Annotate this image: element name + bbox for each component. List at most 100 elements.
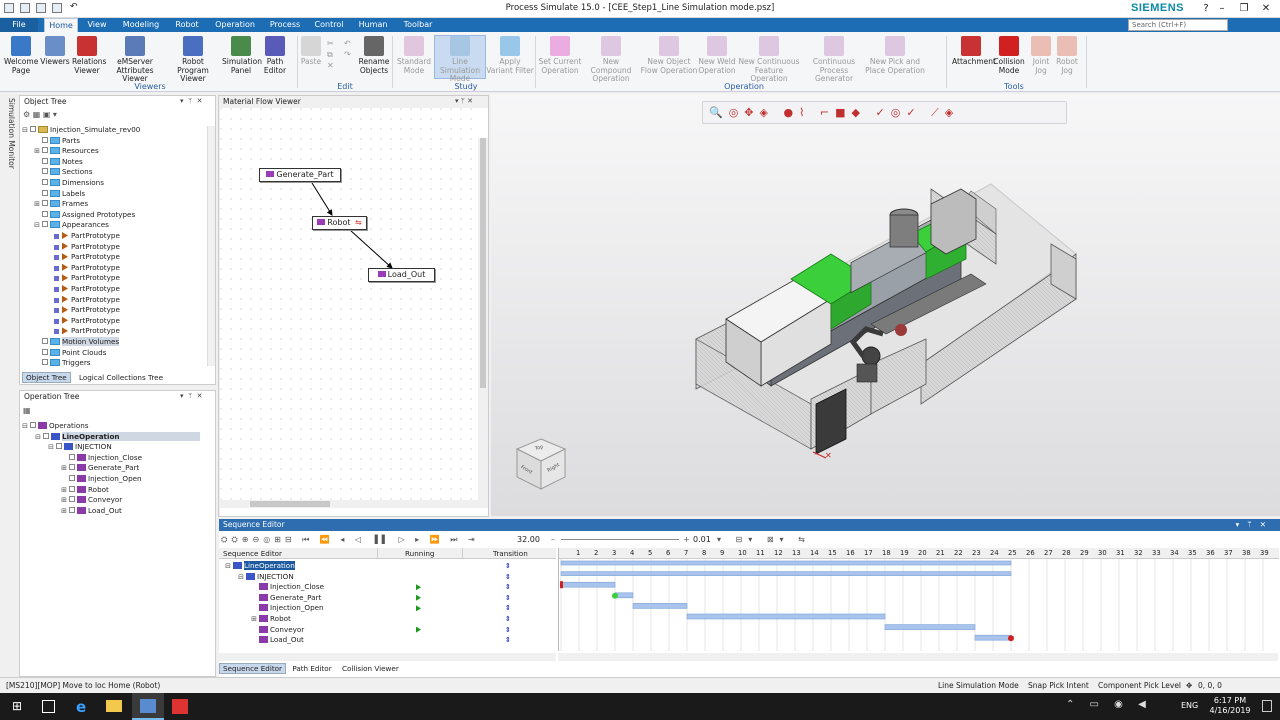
- expander-icon[interactable]: ⊟: [35, 432, 41, 443]
- acrobat-icon[interactable]: [172, 699, 188, 714]
- visibility-checkbox[interactable]: [42, 338, 48, 344]
- transition-icon[interactable]: ⇕: [505, 584, 511, 591]
- file-explorer-icon[interactable]: [106, 700, 122, 712]
- ribbon-button-15[interactable]: New Weld Operation: [698, 36, 736, 75]
- tab-path-editor[interactable]: Path Editor: [288, 664, 335, 673]
- expander-icon[interactable]: ⊟: [22, 125, 28, 136]
- visibility-checkbox[interactable]: [42, 179, 48, 185]
- sequence-row[interactable]: Generate_Part: [251, 593, 321, 604]
- visibility-checkbox[interactable]: [42, 147, 48, 154]
- panel-menu-icon[interactable]: ▾ ᛘ ✕: [180, 97, 202, 105]
- operation-checkbox[interactable]: [56, 443, 62, 450]
- expander-icon[interactable]: ⊞: [61, 495, 67, 506]
- operation-checkbox[interactable]: [69, 506, 75, 513]
- transition-icon[interactable]: ⇕: [505, 594, 511, 602]
- object-tree-scrollbar[interactable]: [207, 126, 215, 366]
- visibility-checkbox[interactable]: [42, 168, 48, 175]
- expander-icon[interactable]: ⊟: [34, 220, 40, 231]
- visibility-checkbox[interactable]: [42, 221, 48, 228]
- visibility-checkbox[interactable]: [42, 157, 48, 164]
- status-snap[interactable]: Snap Pick Intent: [1028, 678, 1089, 694]
- language-indicator[interactable]: ENG: [1181, 701, 1198, 710]
- expander-icon[interactable]: ⊞: [251, 614, 257, 625]
- ribbon-button-18[interactable]: New Pick and Place Operation: [864, 36, 926, 75]
- sequence-row[interactable]: ⊞ Robot: [251, 614, 291, 625]
- ribbon-button-12[interactable]: Set Current Operation: [538, 36, 582, 75]
- expander-icon[interactable]: ⊟: [225, 561, 231, 572]
- material-flow-hscroll[interactable]: [220, 500, 478, 508]
- operation-tree-row[interactable]: ⊞ Robot: [61, 485, 109, 496]
- ribbon-button-3[interactable]: eMServer Attributes Viewer: [104, 36, 166, 84]
- flow-node-load-out[interactable]: Load_Out: [368, 268, 435, 282]
- gantt-bar[interactable]: [686, 613, 886, 620]
- operation-checkbox[interactable]: [69, 475, 75, 481]
- notifications-icon[interactable]: [1262, 700, 1272, 712]
- object-tree-row[interactable]: PartPrototype: [46, 263, 120, 274]
- object-tree-row[interactable]: PartPrototype: [46, 326, 120, 337]
- object-tree-row[interactable]: PartPrototype: [46, 231, 120, 242]
- tab-operation[interactable]: Operation: [214, 18, 256, 32]
- object-tree-row[interactable]: PartPrototype: [46, 284, 120, 295]
- visibility-checkbox[interactable]: [42, 210, 48, 217]
- ribbon-button-6[interactable]: Path Editor: [262, 36, 288, 75]
- gantt-bar[interactable]: [560, 581, 616, 588]
- transition-icon[interactable]: ⇕: [505, 573, 511, 581]
- ribbon-button-11[interactable]: Apply Variant Filter: [484, 36, 536, 75]
- expander-icon[interactable]: ⊟: [238, 572, 244, 583]
- object-tree-row[interactable]: Sections: [34, 167, 92, 178]
- operation-checkbox[interactable]: [69, 453, 75, 460]
- close-button[interactable]: ✕: [1256, 2, 1276, 16]
- visibility-checkbox[interactable]: [30, 126, 36, 132]
- ribbon-button-7[interactable]: Paste: [298, 36, 324, 67]
- maximize-button[interactable]: ❐: [1234, 2, 1254, 16]
- tray-icons[interactable]: ⌃ ▭ ◉ ◀: [1066, 699, 1152, 710]
- object-tree-row[interactable]: ⊞ Frames: [34, 199, 88, 210]
- object-tree-row[interactable]: PartPrototype: [46, 305, 120, 316]
- object-tree-row[interactable]: Triggers: [34, 358, 91, 369]
- object-tree-row[interactable]: PartPrototype: [46, 316, 120, 327]
- operation-checkbox[interactable]: [69, 464, 75, 471]
- process-simulate-taskbar-icon[interactable]: [132, 693, 164, 720]
- expander-icon[interactable]: ⊞: [61, 485, 67, 496]
- simulation-monitor-tab[interactable]: Simulation Monitor: [6, 98, 16, 198]
- object-tree-row[interactable]: PartPrototype: [46, 242, 120, 253]
- operation-tree-toolbar-icon[interactable]: ▦: [23, 406, 31, 415]
- ribbon-button-20[interactable]: Collision Mode: [992, 36, 1026, 75]
- minimize-button[interactable]: –: [1212, 2, 1232, 16]
- expander-icon[interactable]: ⊟: [22, 421, 28, 432]
- tab-object-tree[interactable]: Object Tree: [22, 372, 71, 383]
- tab-control[interactable]: Control: [312, 18, 346, 32]
- object-tree-row[interactable]: Motion Volumes: [34, 337, 120, 348]
- viewer-toolbar[interactable]: 🔍◎✥◈ ●⌇ ⌐■◆ ✓◎✓ ⟋◈: [702, 101, 1067, 124]
- transition-icon[interactable]: ⇕: [505, 626, 511, 634]
- object-tree-row[interactable]: ⊟ Appearances: [34, 220, 109, 231]
- tab-view[interactable]: View: [84, 18, 110, 32]
- tab-home[interactable]: Home: [44, 18, 78, 32]
- material-flow-vscroll[interactable]: [478, 138, 488, 508]
- operation-checkbox[interactable]: [30, 422, 36, 428]
- ribbon-button-22[interactable]: Robot Jog: [1056, 36, 1078, 75]
- ribbon-button-8[interactable]: Rename Objects: [358, 36, 390, 75]
- visibility-checkbox[interactable]: [42, 189, 48, 196]
- seq-extra-icons[interactable]: ▾ ⊟▾ ⊠▾ ⇆: [717, 534, 811, 545]
- flow-node-robot[interactable]: Robot ⇋: [312, 216, 367, 230]
- expander-icon[interactable]: ⊞: [34, 199, 40, 210]
- ribbon-button-13[interactable]: New Compound Operation: [582, 36, 640, 84]
- ribbon-button-2[interactable]: Relations Viewer: [72, 36, 106, 75]
- edge-icon[interactable]: e: [76, 698, 86, 716]
- material-flow-canvas[interactable]: Generate_Part Robot ⇋ Load_Out: [220, 108, 488, 516]
- seq-tools-icons[interactable]: ⛭⛭⊕⊖◎⊞⊟ ⏮ ⏪ ◂ ◁ ▐▌ ▷ ▸ ⏩ ⏭ ⇥: [221, 535, 479, 544]
- panel-controls[interactable]: ▾ᛘ✕: [1235, 519, 1274, 531]
- tab-modeling[interactable]: Modeling: [120, 18, 162, 32]
- object-tree-row[interactable]: Point Clouds: [34, 348, 106, 359]
- visibility-checkbox[interactable]: [42, 359, 48, 366]
- object-tree-row[interactable]: Dimensions: [34, 178, 104, 189]
- sequence-row[interactable]: Injection_Close: [251, 582, 324, 593]
- panel-menu-icon[interactable]: ▾ ᛘ ✕: [455, 97, 473, 105]
- transition-icon[interactable]: ⇕: [505, 605, 511, 612]
- graphic-viewer[interactable]: ✕ 🔍◎✥◈ ●⌇ ⌐■◆ ✓◎✓ ⟋◈ Top Front Right: [491, 94, 1280, 516]
- tab-robot[interactable]: Robot: [172, 18, 202, 32]
- panel-menu-icon[interactable]: ▾ ᛘ ✕: [180, 392, 202, 400]
- operation-checkbox[interactable]: [69, 485, 75, 492]
- gantt-chart[interactable]: 1 2 3 4 5 6 7 8 9 10 11 12 13 14 15 16 17 18 19 20 21 22 23 24 2…: [558, 548, 1279, 651]
